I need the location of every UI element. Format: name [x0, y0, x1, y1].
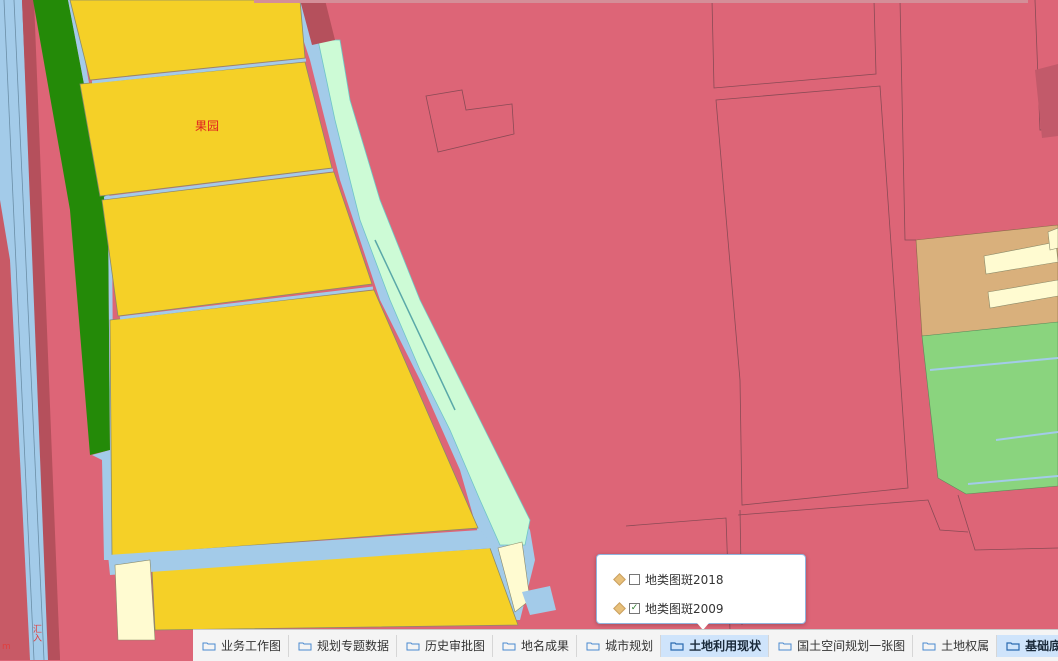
- tab-label: 基础底图: [1025, 639, 1058, 653]
- tab-land-use-status[interactable]: 土地利用现状: [661, 634, 770, 657]
- folder-icon: [586, 642, 600, 650]
- tab-place-names[interactable]: 地名成果: [493, 634, 578, 657]
- grass-block: [921, 321, 1058, 495]
- layer-label: 地类图斑2009: [645, 601, 724, 616]
- folder-icon: [922, 642, 936, 650]
- folder-icon: [670, 641, 684, 651]
- bare-land: [114, 559, 156, 641]
- tab-approval-history[interactable]: 历史审批图: [397, 634, 494, 657]
- tab-label: 土地利用现状: [689, 639, 762, 653]
- tab-label: 规划专题数据: [317, 639, 390, 653]
- tab-base-map[interactable]: 基础底图: [997, 634, 1058, 657]
- edge-label-vertical: 汇入: [31, 624, 41, 642]
- tab-label: 土地权属: [941, 639, 990, 653]
- tab-label: 地名成果: [521, 639, 570, 653]
- tab-planning-data[interactable]: 规划专题数据: [289, 634, 398, 657]
- layer-label: 地类图斑2018: [645, 572, 724, 587]
- folder-icon: [406, 642, 420, 650]
- layer-popup: 地类图斑2018 ✓ 地类图斑2009: [596, 554, 806, 630]
- layer-item-2018[interactable]: 地类图斑2018: [613, 570, 724, 588]
- tab-business-maps[interactable]: 业务工作图: [193, 634, 290, 657]
- tab-spatial-plan[interactable]: 国土空间规划一张图: [769, 634, 914, 657]
- folder-icon: [202, 642, 216, 650]
- tab-label: 城市规划: [605, 639, 654, 653]
- layer-item-2009[interactable]: ✓ 地类图斑2009: [613, 599, 724, 617]
- parcel-label: 果园: [195, 119, 220, 133]
- layer-toolbar: 业务工作图 规划专题数据 历史审批图 地名成果 城市规划 土地利用现状 国土空间…: [193, 629, 1058, 661]
- layer-checkbox[interactable]: [629, 573, 640, 585]
- tab-urban-planning[interactable]: 城市规划: [577, 634, 662, 657]
- folder-icon: [298, 642, 312, 650]
- land-use-map[interactable]: [0, 0, 1058, 660]
- tan-block: [915, 224, 1058, 337]
- folder-icon: [502, 642, 516, 650]
- tab-label: 历史审批图: [425, 639, 486, 653]
- tab-land-ownership[interactable]: 土地权属: [913, 634, 998, 657]
- layer-diamond-icon: [613, 572, 626, 586]
- edge-label: m: [2, 642, 11, 652]
- tab-label: 业务工作图: [221, 639, 282, 653]
- folder-icon: [1006, 641, 1020, 651]
- tab-label: 国土空间规划一张图: [797, 639, 906, 653]
- layer-checkbox-checked[interactable]: ✓: [629, 602, 640, 614]
- layer-diamond-icon: [613, 601, 626, 615]
- folder-icon: [778, 642, 792, 650]
